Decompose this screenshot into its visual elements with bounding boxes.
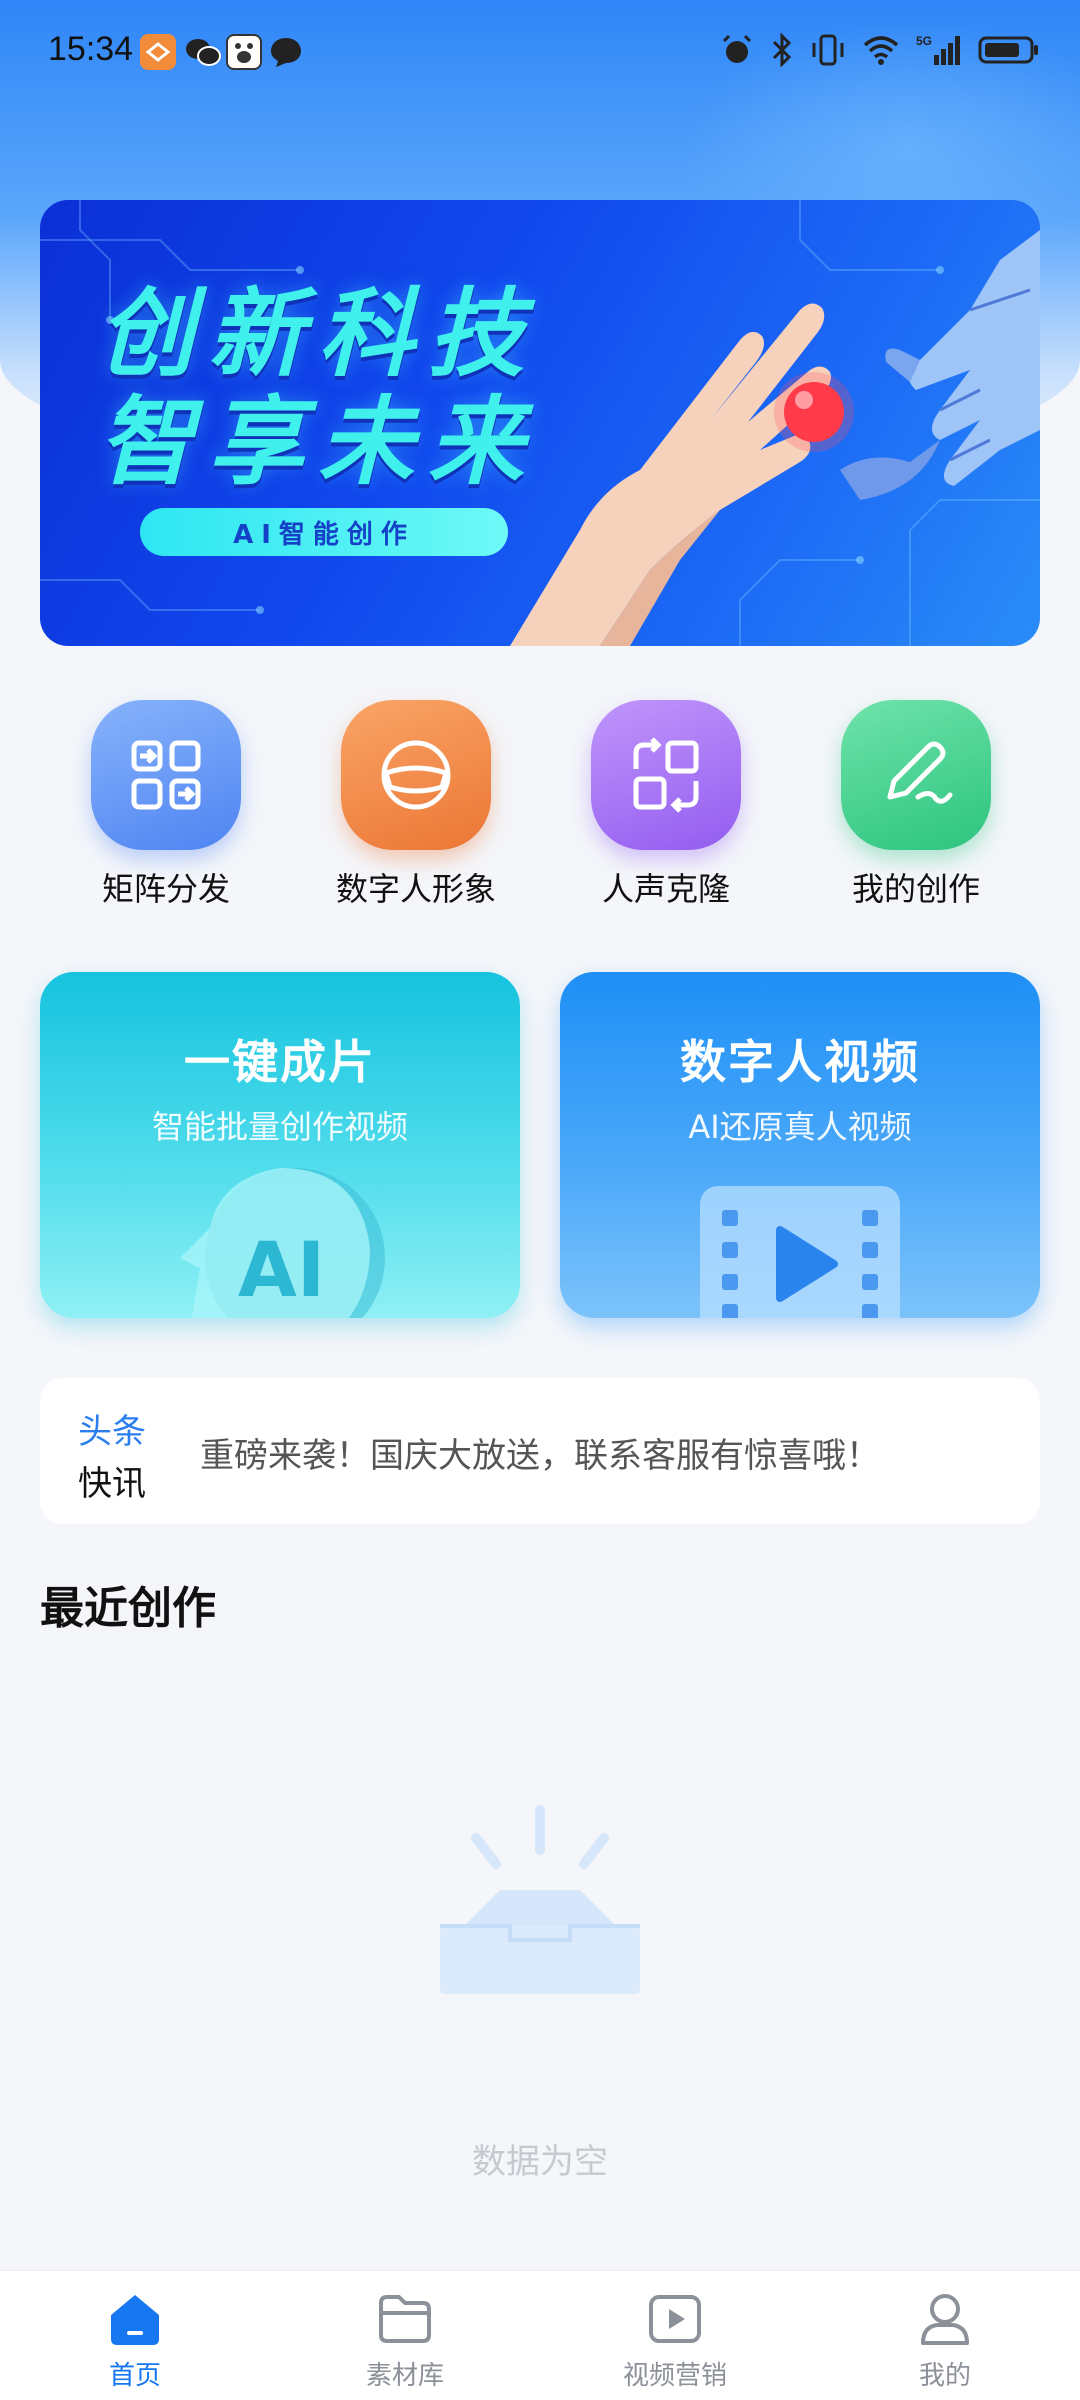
human-hand-illustration <box>510 303 831 646</box>
alarm-icon <box>722 34 752 63</box>
vibrate-icon <box>812 34 844 66</box>
promo-banner[interactable]: 创新科技 智享未来 AI智能创作 <box>40 200 1040 646</box>
baidu-icon <box>226 34 262 70</box>
bottom-tab-bar: 首页 素材库 视频营销 我的 <box>0 2270 1080 2400</box>
video-film-icon <box>700 1186 900 1318</box>
wifi-icon <box>863 36 899 65</box>
grid-icon <box>91 700 241 850</box>
user-icon <box>921 2294 969 2345</box>
empty-state-text: 数据为空 <box>472 2142 608 2182</box>
home-icon <box>111 2295 159 2345</box>
wechat-icon <box>184 34 221 70</box>
clone-icon <box>591 700 741 850</box>
app-notification-icon <box>140 34 176 70</box>
banner-title: 创新科技 智享未来 <box>98 278 538 498</box>
news-tag-flash: 快讯 <box>78 1464 146 1504</box>
status-icons: 5G <box>720 30 1040 70</box>
vr-headset-icon <box>341 700 491 850</box>
tab-home[interactable]: 首页 <box>0 2271 270 2400</box>
status-bar: 15:34 5G <box>0 0 1080 104</box>
bluetooth-icon <box>772 33 792 67</box>
battery-icon <box>978 36 1038 64</box>
quick-actions: 矩阵分发 数字人形象 人声克隆 我的创作 <box>0 700 1080 920</box>
tab-video-marketing[interactable]: 视频营销 <box>540 2271 810 2400</box>
quick-action-matrix[interactable]: 矩阵分发 <box>56 700 276 910</box>
status-time: 15:34 <box>48 30 134 68</box>
message-icon <box>268 34 304 70</box>
tab-profile[interactable]: 我的 <box>810 2271 1080 2400</box>
quick-action-my-creations[interactable]: 我的创作 <box>806 700 1026 910</box>
card-digital-human-video[interactable]: 数字人视频 AI还原真人视频 <box>560 972 1040 1318</box>
svg-text:5G: 5G <box>916 34 932 48</box>
news-ticker[interactable]: 头条 快讯 重磅来袭！国庆大放送，联系客服有惊喜哦！ <box>40 1378 1040 1524</box>
news-text[interactable]: 重磅来袭！国庆大放送，联系客服有惊喜哦！ <box>200 1428 880 1477</box>
tab-materials[interactable]: 素材库 <box>270 2271 540 2400</box>
news-tag-headline: 头条 <box>78 1412 146 1452</box>
empty-box-icon <box>440 1805 640 1994</box>
banner-tagline: AI智能创作 <box>140 508 508 556</box>
quick-action-voice-clone[interactable]: 人声克隆 <box>556 700 776 910</box>
pen-icon <box>841 700 991 850</box>
ai-head-icon: AI <box>180 1168 385 1318</box>
video-play-icon <box>649 2295 701 2343</box>
card-one-click-video[interactable]: 一键成片 智能批量创作视频 AI <box>40 972 520 1318</box>
svg-text:AI: AI <box>238 1225 325 1314</box>
folder-icon <box>379 2295 431 2343</box>
section-title-recent: 最近创作 <box>40 1583 216 1634</box>
quick-action-avatar[interactable]: 数字人形象 <box>306 700 526 910</box>
signal-icon: 5G <box>916 34 960 65</box>
